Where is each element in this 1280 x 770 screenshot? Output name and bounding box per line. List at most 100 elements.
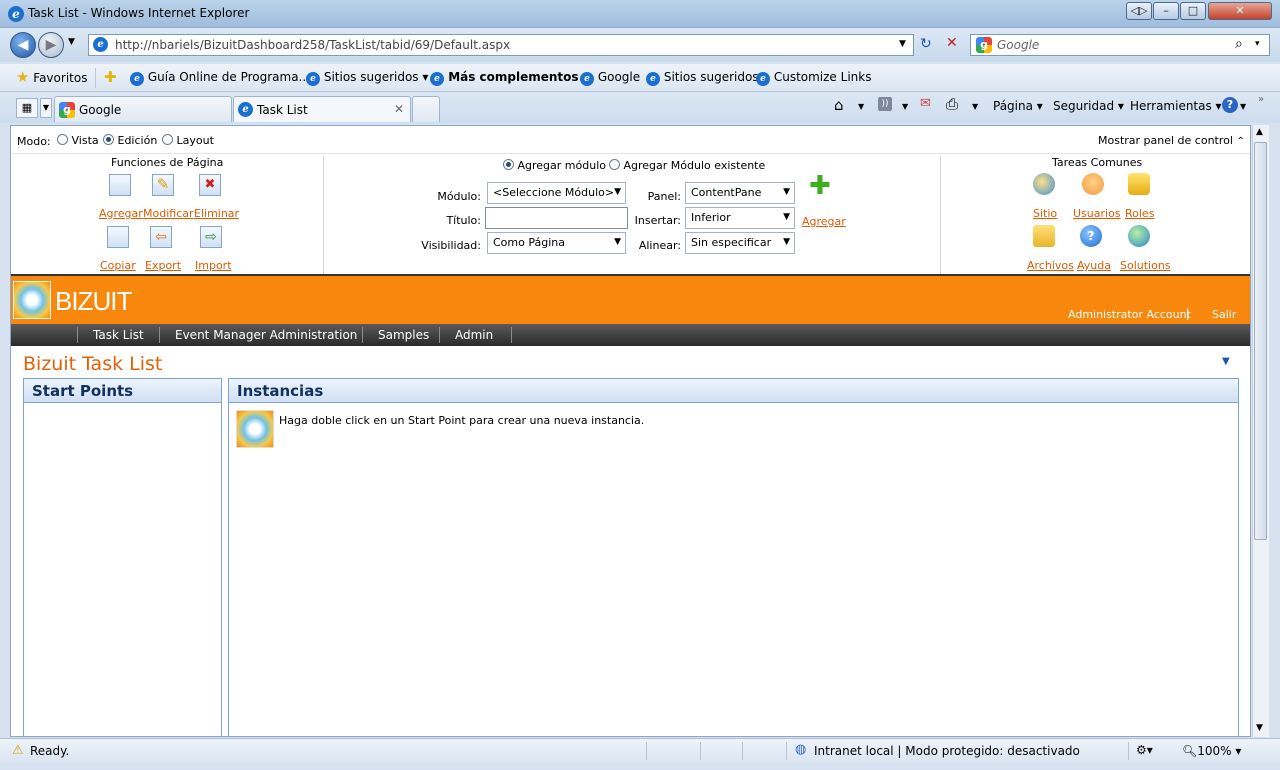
print-icon[interactable]: ⎙ [946, 95, 958, 113]
home-icon[interactable]: ⌂ [834, 96, 844, 114]
roles-lock-icon [1128, 173, 1150, 195]
address-dropdown-icon[interactable]: ▼ [899, 39, 906, 49]
show-control-panel-toggle[interactable]: Mostrar panel de control ⌃ [1098, 134, 1245, 147]
address-bar[interactable]: e http://nbariels/BizuitDashboard258/Tas… [88, 34, 914, 56]
archivos-link[interactable]: Archivos [1027, 259, 1074, 272]
forward-arrow-icon[interactable]: ▶ [38, 32, 64, 58]
copiar-link[interactable]: Copiar [100, 259, 136, 272]
history-dropdown-icon[interactable]: ▼ [68, 37, 75, 47]
seguridad-menu[interactable]: Seguridad ▾ [1053, 99, 1124, 113]
restore-tabs-icon[interactable]: ◁▷ [1126, 2, 1152, 20]
mail-icon[interactable]: ✉ [920, 96, 931, 111]
chevron-down-icon: ▼ [783, 237, 790, 247]
print-dropdown-icon[interactable]: ▼ [972, 102, 978, 111]
maximize-button[interactable]: □ [1180, 2, 1206, 20]
add-favorite-icon[interactable]: ✚ [104, 68, 117, 86]
quick-tabs-icon[interactable]: ▦ [16, 98, 38, 118]
alinear-select[interactable]: Sin especificar ▼ [685, 232, 795, 254]
radio-selected-icon [103, 134, 114, 145]
google-icon: g [976, 37, 992, 53]
favorites-button[interactable]: ★ Favoritos [16, 68, 87, 86]
import-link[interactable]: Import [195, 259, 232, 272]
eliminar-link[interactable]: Eliminar [194, 207, 239, 220]
visibilidad-label: Visibilidad: [421, 239, 481, 252]
search-dropdown-icon[interactable]: ▾ [1255, 39, 1260, 49]
account-link[interactable]: Administrator Account [1068, 308, 1191, 321]
google-icon: g [59, 102, 75, 118]
add-module-radio[interactable]: Agregar módulo [503, 159, 606, 172]
modificar-link[interactable]: Modificar [143, 207, 194, 220]
herramientas-menu[interactable]: Herramientas ▾ [1130, 99, 1222, 113]
scroll-up-icon[interactable]: ▲ [1256, 127, 1263, 137]
agregar-link[interactable]: Agregar [99, 207, 143, 220]
mode-vista-radio[interactable]: Vista [57, 134, 99, 147]
instancias-panel: Instancias Haga doble click en un Start … [228, 378, 1239, 736]
sitio-link[interactable]: Sitio [1033, 207, 1057, 220]
minimize-button[interactable]: – [1153, 2, 1179, 20]
search-box[interactable]: g Google ⌕ ▾ [970, 34, 1270, 56]
solutions-icon [1128, 225, 1150, 247]
scrollbar-thumb[interactable] [1254, 142, 1267, 540]
agregar-module-link[interactable]: Agregar [802, 215, 846, 228]
logout-link[interactable]: Salir [1212, 308, 1236, 321]
pagina-menu[interactable]: Página ▾ [993, 99, 1043, 113]
bizuit-logo-icon [13, 281, 51, 319]
instancias-title: Instancias [229, 379, 1238, 403]
chevron-down-icon: ▼ [783, 212, 790, 222]
fav-customize-links[interactable]: e Customize Links [756, 70, 871, 86]
titulo-label: Título: [446, 214, 481, 227]
scroll-down-icon[interactable]: ▼ [1256, 723, 1263, 733]
protected-mode-icon[interactable]: ⚙▾ [1136, 743, 1153, 757]
common-tasks-title: Tareas Comunes [1052, 156, 1143, 169]
ayuda-link[interactable]: Ayuda [1077, 259, 1111, 272]
modulo-label: Módulo: [437, 190, 481, 203]
home-dropdown-icon[interactable]: ▼ [858, 102, 864, 111]
fav-guia-online[interactable]: e Guía Online de Programa... [130, 70, 310, 86]
fav-sitios-sugeridos[interactable]: e Sitios sugeridos [646, 70, 759, 86]
nav-samples[interactable]: Samples [378, 328, 429, 342]
new-tab-button[interactable] [412, 96, 440, 122]
tab-list-dropdown-icon[interactable]: ▼ [40, 98, 52, 118]
zoom-level[interactable]: 🔍︎100% ▾ [1182, 744, 1241, 758]
separator [1128, 742, 1129, 760]
add-module-plus-icon[interactable]: ✚ [809, 173, 831, 199]
fav-mas-complementos[interactable]: e Más complementos ▾ [430, 70, 589, 86]
ie-logo-icon: e [8, 6, 24, 22]
feeds-icon[interactable]: )) [878, 97, 892, 111]
titulo-input[interactable] [485, 207, 628, 229]
separator [700, 742, 701, 760]
back-arrow-icon[interactable]: ◀ [10, 32, 36, 58]
visibilidad-select[interactable]: Como Página ▼ [487, 232, 626, 254]
nav-event-manager[interactable]: Event Manager Administration [175, 328, 357, 342]
search-icon[interactable]: ⌕ [1235, 36, 1243, 52]
insertar-select[interactable]: Inferior ▼ [685, 207, 795, 229]
refresh-icon[interactable]: ↻ [920, 36, 932, 52]
close-button[interactable]: ✕ [1208, 2, 1272, 20]
fav-google[interactable]: e Google [580, 70, 640, 86]
mode-layout-radio[interactable]: Layout [162, 134, 214, 147]
separator [786, 742, 787, 760]
toolbar-overflow-icon[interactable]: » [1258, 94, 1264, 105]
add-existing-module-radio[interactable]: Agregar Módulo existente [609, 159, 765, 172]
tab-task-list[interactable]: e Task List ✕ [233, 96, 411, 122]
module-menu-dropdown-icon[interactable]: ▼ [1222, 356, 1230, 367]
warning-icon: ⚠ [12, 743, 24, 758]
panel-select[interactable]: ContentPane ▼ [685, 182, 795, 204]
roles-link[interactable]: Roles [1125, 207, 1154, 220]
export-link[interactable]: Export [145, 259, 181, 272]
tab-google[interactable]: g Google [54, 96, 232, 122]
modulo-select[interactable]: <Seleccione Módulo> ▼ [487, 182, 626, 204]
mode-edicion-radio[interactable]: Edición [103, 134, 157, 147]
close-tab-icon[interactable]: ✕ [394, 102, 404, 116]
solutions-link[interactable]: Solutions [1120, 259, 1171, 272]
usuarios-link[interactable]: Usuarios [1073, 207, 1121, 220]
nav-admin[interactable]: Admin [455, 328, 493, 342]
nav-task-list[interactable]: Task List [93, 328, 144, 342]
help-dropdown-icon[interactable]: ▼ [1240, 102, 1246, 111]
stop-icon[interactable]: ✕ [946, 35, 958, 51]
intranet-globe-icon: ◍ [795, 742, 807, 757]
feeds-dropdown-icon[interactable]: ▼ [902, 102, 908, 111]
help-icon[interactable]: ? [1222, 97, 1238, 113]
fav-sitios-sugeridos-dropdown[interactable]: e Sitios sugeridos ▾ [306, 70, 428, 86]
separator [1187, 308, 1188, 320]
